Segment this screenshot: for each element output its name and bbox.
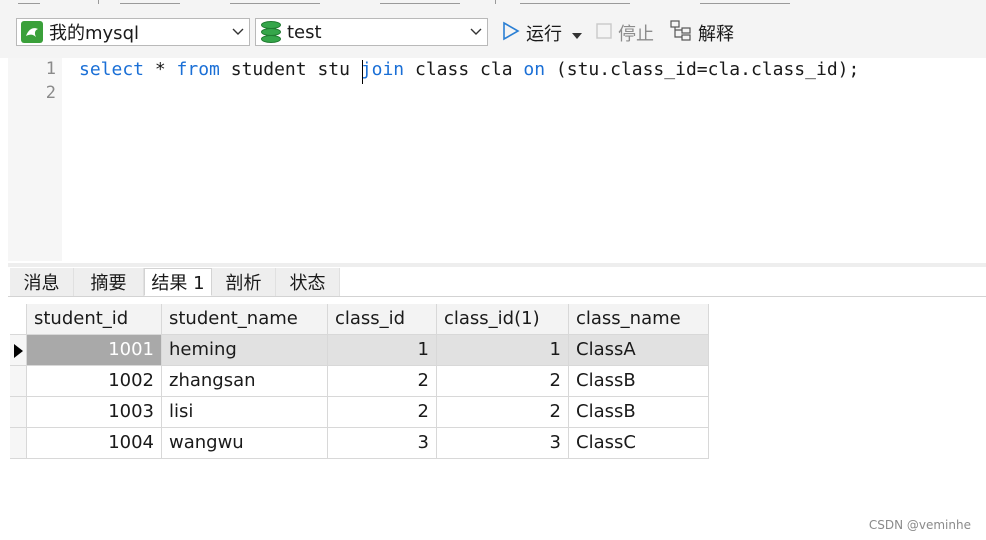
query-toolbar: 我的mysql test 运行 停止 解释 — [0, 6, 986, 58]
tab-label: 结果 1 — [151, 273, 205, 294]
cell-class-id[interactable]: 2 — [328, 366, 437, 397]
explain-icon — [670, 19, 692, 47]
tab-label: 摘要 — [90, 273, 127, 294]
tab-status[interactable]: 状态 — [276, 268, 340, 296]
cell-class-id[interactable]: 3 — [328, 428, 437, 459]
left-edge — [0, 58, 8, 540]
tab-result-1[interactable]: 结果 1 — [144, 268, 212, 296]
cell-class-id-1[interactable]: 1 — [437, 335, 569, 366]
run-button[interactable]: 运行 — [502, 20, 582, 46]
toolbar-fragment — [120, 0, 180, 4]
line-number-gutter: 1 2 — [8, 58, 62, 261]
toolbar-fragment — [380, 0, 460, 4]
sql-keyword: join — [360, 59, 405, 80]
cell-class-id-1[interactable]: 2 — [437, 397, 569, 428]
cell-class-id-1[interactable]: 3 — [437, 428, 569, 459]
row-indicator[interactable] — [10, 397, 27, 428]
row-indicator[interactable] — [10, 366, 27, 397]
tab-profile[interactable]: 剖析 — [212, 268, 276, 296]
tab-label: 状态 — [289, 273, 326, 294]
explain-button[interactable]: 解释 — [670, 19, 734, 47]
cell-student-id[interactable]: 1002 — [27, 366, 162, 397]
mysql-connection-icon — [21, 21, 43, 43]
panel-splitter[interactable] — [8, 263, 986, 267]
watermark: CSDN @veminhe — [868, 518, 971, 532]
cell-class-name[interactable]: ClassA — [569, 335, 709, 366]
tab-messages[interactable]: 消息 — [10, 268, 74, 296]
row-indicator[interactable] — [10, 335, 27, 366]
row-indicator-header — [10, 304, 27, 335]
tab-label: 消息 — [23, 273, 60, 294]
tabs-underline — [8, 296, 986, 297]
connection-select-value: 我的mysql — [49, 23, 139, 44]
stop-label: 停止 — [618, 24, 654, 45]
connection-select[interactable]: 我的mysql — [16, 18, 250, 46]
cell-student-id[interactable]: 1004 — [27, 428, 162, 459]
column-header-student-name[interactable]: student_name — [162, 304, 328, 335]
run-label: 运行 — [526, 24, 562, 45]
cell-student-name[interactable]: heming — [162, 335, 328, 366]
stop-button[interactable]: 停止 — [596, 20, 654, 46]
cell-student-name[interactable]: zhangsan — [162, 366, 328, 397]
cell-class-id[interactable]: 2 — [328, 397, 437, 428]
column-header-class-name[interactable]: class_name — [569, 304, 709, 335]
column-header-student-id[interactable]: student_id — [27, 304, 162, 335]
cell-class-name[interactable]: ClassB — [569, 397, 709, 428]
row-indicator[interactable] — [10, 428, 27, 459]
tab-summary[interactable]: 摘要 — [74, 268, 144, 296]
sql-text: class cla — [404, 59, 524, 80]
database-icon — [261, 21, 281, 43]
line-number: 1 — [45, 59, 56, 79]
chevron-down-icon — [465, 25, 487, 39]
toolbar-separator — [98, 0, 99, 4]
tab-label: 剖析 — [225, 273, 262, 294]
run-dropdown-icon[interactable] — [572, 23, 582, 44]
line-number: 2 — [45, 83, 56, 103]
cell-student-id[interactable]: 1001 — [27, 335, 162, 366]
toolbar-separator — [495, 0, 496, 4]
cell-class-id[interactable]: 1 — [328, 335, 437, 366]
stop-icon — [596, 22, 612, 44]
sql-keyword: select — [79, 59, 145, 80]
database-select[interactable]: test — [255, 18, 488, 46]
column-header-class-id[interactable]: class_id — [328, 304, 437, 335]
toolbar-fragment — [520, 0, 630, 4]
database-select-value: test — [287, 21, 322, 43]
column-header-class-id-1[interactable]: class_id(1) — [437, 304, 569, 335]
cell-class-id-1[interactable]: 2 — [437, 366, 569, 397]
sql-text: (stu.class_id=cla.class_id); — [545, 59, 860, 80]
chevron-down-icon — [227, 25, 249, 39]
cell-class-name[interactable]: ClassC — [569, 428, 709, 459]
play-icon — [502, 21, 520, 46]
cell-class-name[interactable]: ClassB — [569, 366, 709, 397]
current-row-arrow-icon — [14, 344, 23, 358]
sql-text: * — [144, 59, 177, 80]
sql-text: student stu — [219, 59, 361, 80]
toolbar-fragment — [18, 0, 40, 4]
toolbar-fragment — [700, 0, 790, 4]
sql-editor[interactable]: 1 2 select * from student stu join class… — [8, 58, 986, 263]
sql-code-line[interactable]: select * from student stu join class cla… — [79, 59, 859, 80]
text-caret — [362, 60, 363, 84]
cell-student-id[interactable]: 1003 — [27, 397, 162, 428]
cell-student-name[interactable]: wangwu — [162, 428, 328, 459]
explain-label: 解释 — [698, 24, 734, 45]
sql-keyword: from — [176, 59, 220, 80]
toolbar-fragment — [230, 0, 320, 4]
cell-student-name[interactable]: lisi — [162, 397, 328, 428]
sql-keyword: on — [523, 59, 546, 80]
